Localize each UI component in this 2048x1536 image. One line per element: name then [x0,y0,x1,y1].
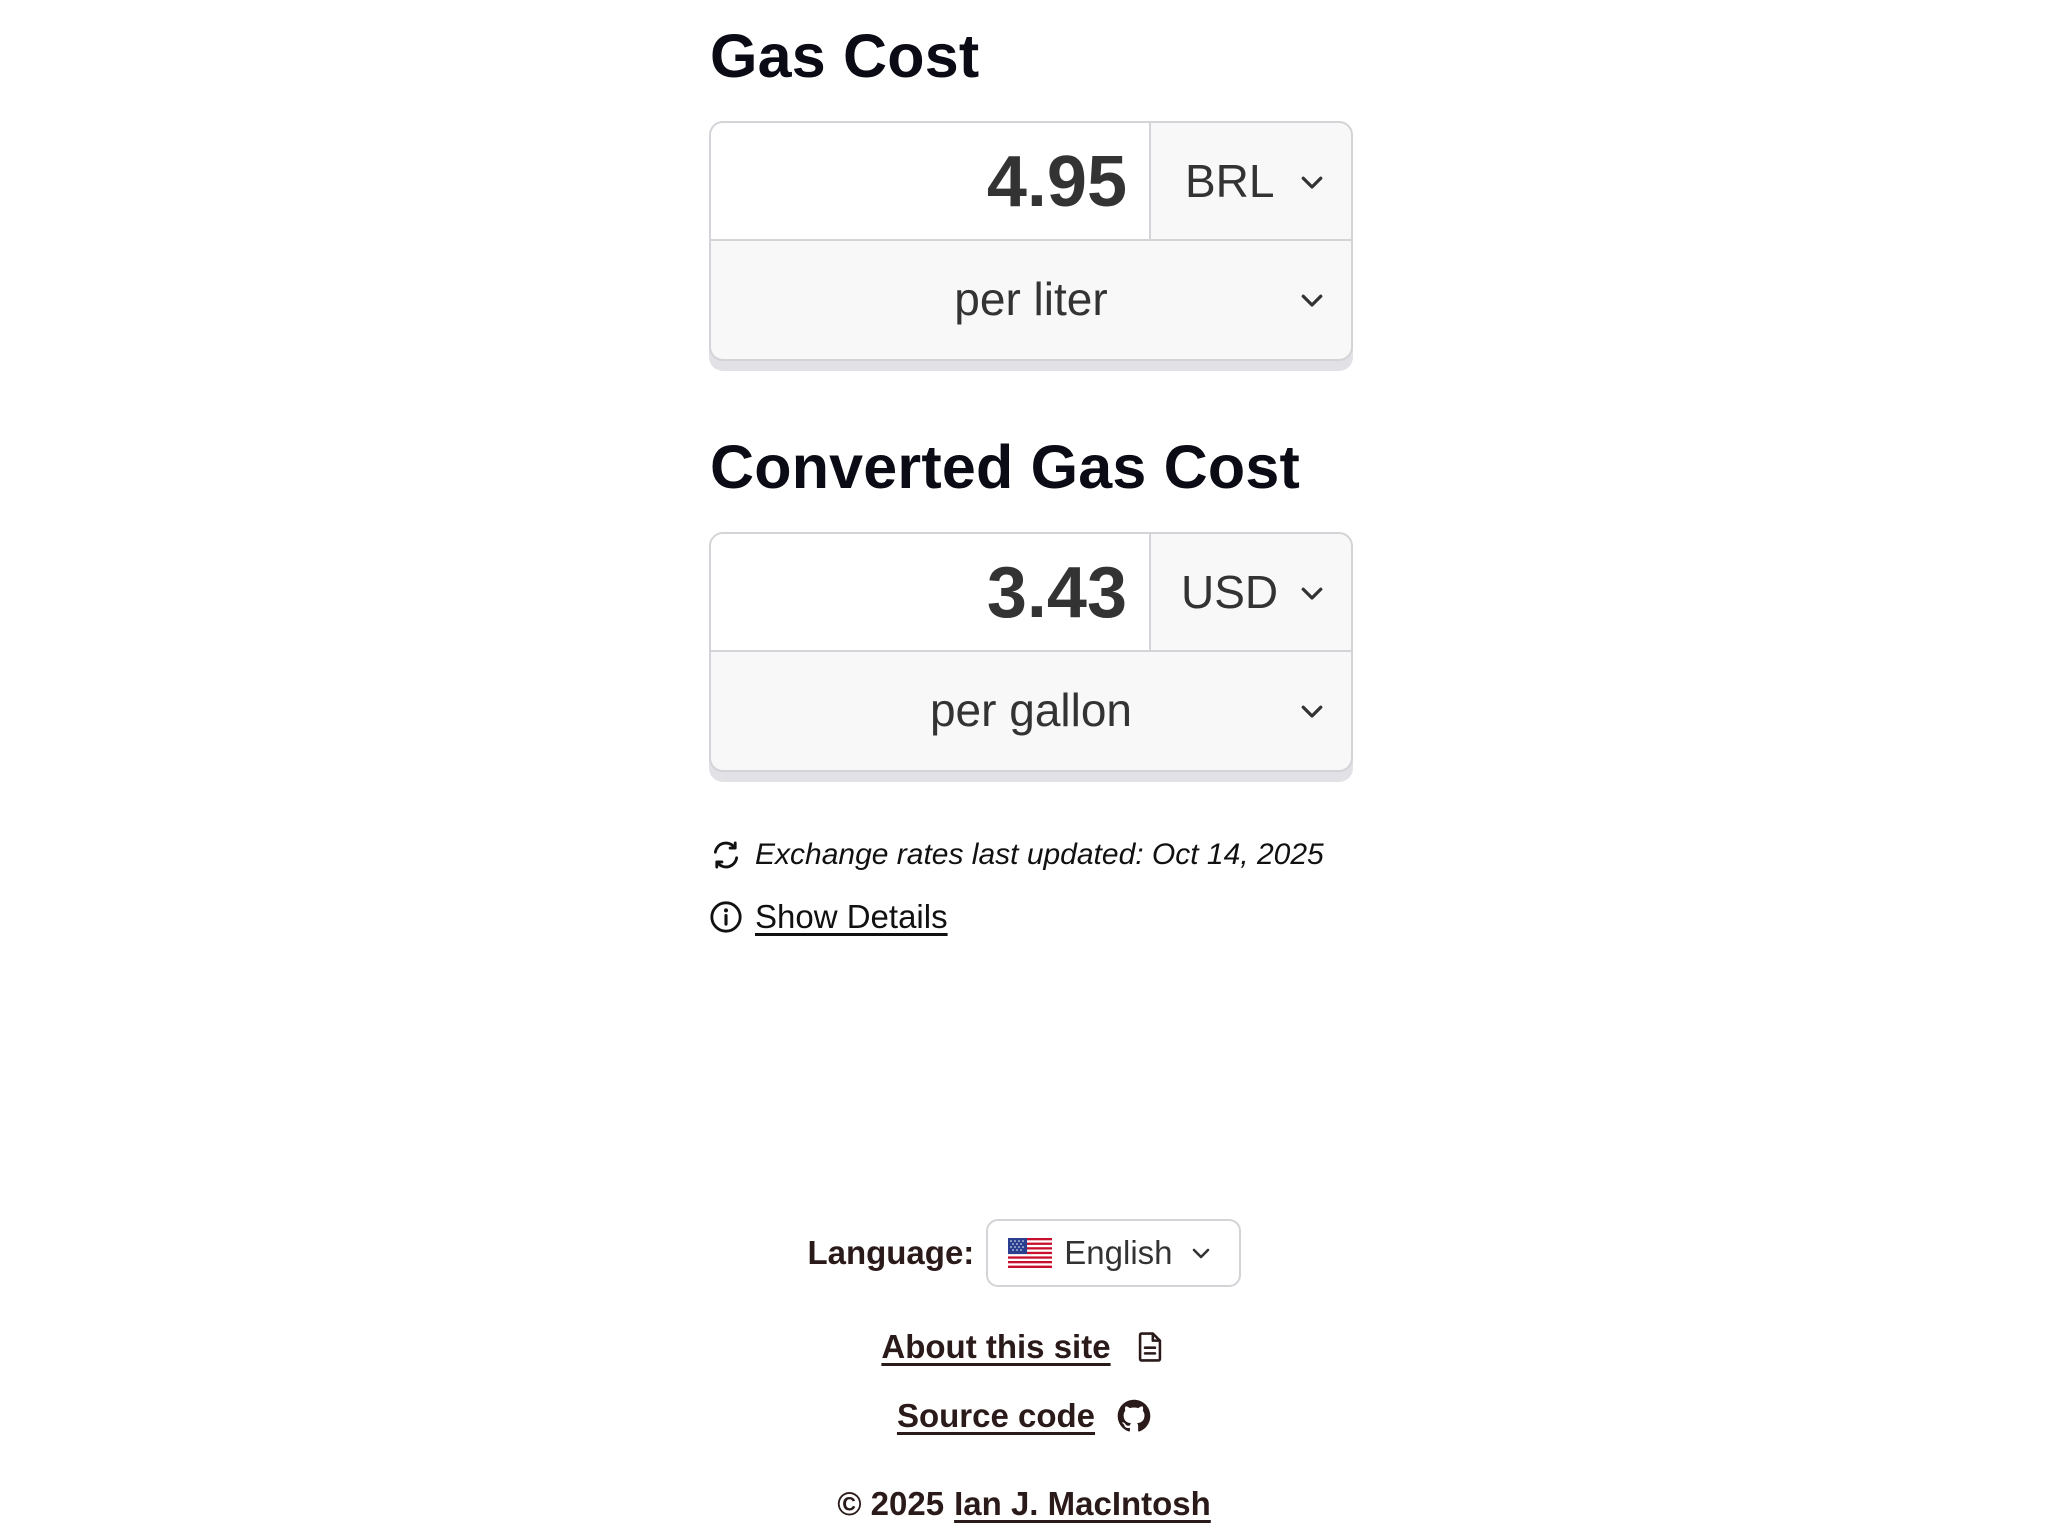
language-select[interactable]: English [986,1219,1241,1287]
chevron-down-icon [1192,1248,1209,1259]
converted-currency-select[interactable]: USD [1151,534,1351,650]
converted-gas-cost-card: 3.43 USD per gallon [709,532,1353,772]
gas-cost-currency-select[interactable]: BRL [1151,123,1351,239]
us-flag-icon [1008,1238,1053,1268]
converted-amount-row: 3.43 USD [711,534,1351,652]
gas-cost-unit-value: per liter [954,273,1108,325]
info-icon [710,901,742,933]
show-details-row: Show Details [709,898,948,936]
gas-cost-currency-value: BRL [1185,155,1275,207]
exchange-rate-status: Exchange rates last updated: Oct 14, 202… [709,838,1324,872]
document-icon[interactable] [1133,1330,1167,1364]
converted-amount-output: 3.43 [711,534,1151,650]
github-icon[interactable] [1117,1399,1151,1433]
show-details-link[interactable]: Show Details [755,898,948,936]
language-row: Language: English [0,1217,2048,1289]
converted-unit-select[interactable]: per gallon [711,652,1351,770]
copyright-text: © 2025 [837,1485,945,1522]
source-row: Source code [0,1391,2048,1441]
language-label: Language: [807,1234,975,1271]
gas-cost-amount-row: 4.95 BRL [711,123,1351,241]
exchange-rate-updated-text: Exchange rates last updated: Oct 14, 202… [755,838,1324,871]
source-code-link[interactable]: Source code [897,1397,1095,1435]
page: Gas Cost 4.95 BRL per liter Converted Ga… [0,0,2048,1536]
gas-cost-unit-select[interactable]: per liter [711,241,1351,359]
gas-cost-amount-input[interactable]: 4.95 [711,123,1151,239]
gas-cost-card: 4.95 BRL per liter [709,121,1353,361]
chevron-down-icon [1301,176,1323,189]
language-value: English [1064,1234,1173,1271]
chevron-down-icon [1301,294,1323,307]
converted-unit-value: per gallon [929,684,1133,736]
converted-gas-cost-title: Converted Gas Cost [710,433,1301,501]
author-link[interactable]: Ian J. MacIntosh [954,1485,1211,1523]
gas-cost-title: Gas Cost [710,22,980,90]
about-row: About this site [0,1322,2048,1372]
about-this-site-link[interactable]: About this site [881,1328,1110,1366]
refresh-icon [713,841,739,869]
copyright-row: © 2025 Ian J. MacIntosh [0,1479,2048,1529]
converted-currency-value: USD [1181,566,1279,618]
chevron-down-icon [1301,587,1323,600]
chevron-down-icon [1301,705,1323,718]
